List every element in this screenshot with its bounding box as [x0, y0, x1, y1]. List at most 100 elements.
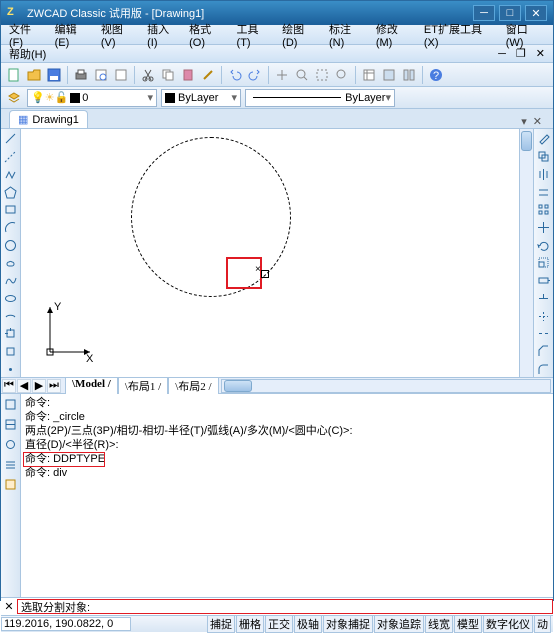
ellipse-arc-tool[interactable] [3, 308, 19, 324]
drawing-canvas[interactable]: × Y X [21, 129, 533, 377]
menu-item[interactable]: 插入(I) [143, 20, 183, 50]
break-tool[interactable] [536, 326, 552, 342]
status-toggle[interactable]: 模型 [454, 615, 482, 633]
status-toggle[interactable]: 线宽 [425, 615, 453, 633]
insert-block-tool[interactable] [3, 326, 19, 342]
publish-button[interactable] [112, 66, 130, 84]
pan-button[interactable] [273, 66, 291, 84]
layout-tab[interactable]: \布局1 / [118, 377, 168, 394]
tab-dropdown-button[interactable]: ▾ [518, 115, 530, 128]
cut-button[interactable] [139, 66, 157, 84]
design-center-button[interactable] [380, 66, 398, 84]
panel-tool-4[interactable] [3, 456, 19, 472]
trim-tool[interactable] [536, 290, 552, 306]
menu-item[interactable]: 修改(M) [372, 20, 418, 50]
panel-tool-1[interactable] [3, 396, 19, 412]
copy-tool[interactable] [536, 149, 552, 165]
document-tab[interactable]: ▦ Drawing1 [9, 110, 88, 128]
next-tab-button[interactable]: ▶ [32, 379, 46, 393]
layout-tab[interactable]: \布局2 / [168, 377, 218, 394]
panel-tool-5[interactable] [3, 476, 19, 492]
layer-combo[interactable]: 💡 ☀ 🔓 0 ▾ [27, 89, 157, 107]
tab-close-button[interactable]: ✕ [530, 115, 545, 128]
rotate-tool[interactable] [536, 237, 552, 253]
menu-item[interactable]: 视图(V) [97, 20, 141, 50]
redo-button[interactable] [246, 66, 264, 84]
array-tool[interactable] [536, 202, 552, 218]
circle-tool[interactable] [3, 237, 19, 253]
status-toggle[interactable]: 捕捉 [207, 615, 235, 633]
panel-tool-2[interactable] [3, 416, 19, 432]
make-block-tool[interactable] [3, 344, 19, 360]
linetype-combo[interactable]: ByLayer ▾ [245, 89, 395, 107]
extend-tool[interactable] [536, 308, 552, 324]
scrollbar-thumb[interactable] [521, 131, 532, 151]
print-preview-button[interactable] [92, 66, 110, 84]
status-toggle[interactable]: 动 [534, 615, 551, 633]
status-toggle[interactable]: 对象捕捉 [323, 615, 373, 633]
paste-button[interactable] [179, 66, 197, 84]
menu-item[interactable]: ET扩展工具(X) [420, 20, 500, 50]
open-file-button[interactable] [25, 66, 43, 84]
menu-item[interactable]: 格式(O) [185, 20, 230, 50]
ellipse-tool[interactable] [3, 290, 19, 306]
menu-item[interactable]: 窗口(W) [502, 20, 549, 50]
status-toggle[interactable]: 栅格 [236, 615, 264, 633]
last-tab-button[interactable]: ⏭ [47, 379, 61, 393]
undo-button[interactable] [226, 66, 244, 84]
line-tool[interactable] [3, 131, 19, 147]
move-tool[interactable] [536, 220, 552, 236]
model-tab[interactable]: \Model / [65, 377, 118, 394]
offset-tool[interactable] [536, 184, 552, 200]
mdi-restore-button[interactable]: ❐ [512, 46, 530, 61]
command-history[interactable]: 命令:命令: _circle两点(2P)/三点(3P)/相切-相切-半径(T)/… [21, 394, 553, 597]
first-tab-button[interactable]: ⏮ [2, 379, 16, 393]
coordinate-display[interactable]: 119.2016, 190.0822, 0 [1, 617, 131, 631]
scale-tool[interactable] [536, 255, 552, 271]
arc-tool[interactable] [3, 220, 19, 236]
layer-manager-button[interactable] [5, 89, 23, 107]
print-button[interactable] [72, 66, 90, 84]
status-toggle[interactable]: 对象追踪 [374, 615, 424, 633]
scrollbar-thumb[interactable] [224, 380, 252, 392]
new-file-button[interactable] [5, 66, 23, 84]
fillet-tool[interactable] [536, 361, 552, 377]
help-button[interactable]: ? [427, 66, 445, 84]
menu-item[interactable]: 工具(T) [233, 20, 277, 50]
horizontal-scrollbar[interactable] [221, 379, 551, 393]
save-button[interactable] [45, 66, 63, 84]
menu-item[interactable]: 帮助(H) [5, 45, 50, 63]
mdi-close-button[interactable]: ✕ [532, 46, 549, 61]
spline-tool[interactable] [3, 273, 19, 289]
prev-tab-button[interactable]: ◀ [17, 379, 31, 393]
vertical-scrollbar[interactable] [519, 129, 533, 377]
revision-cloud-tool[interactable] [3, 255, 19, 271]
menu-item[interactable]: 编辑(E) [51, 20, 95, 50]
command-close-button[interactable]: ✕ [1, 600, 17, 613]
tool-palette-button[interactable] [400, 66, 418, 84]
color-combo[interactable]: ByLayer ▾ [161, 89, 241, 107]
mirror-tool[interactable] [536, 166, 552, 182]
match-properties-button[interactable] [199, 66, 217, 84]
polyline-tool[interactable] [3, 166, 19, 182]
zoom-realtime-button[interactable] [293, 66, 311, 84]
zoom-previous-button[interactable] [333, 66, 351, 84]
construction-line-tool[interactable] [3, 149, 19, 165]
copy-button[interactable] [159, 66, 177, 84]
rectangle-tool[interactable] [3, 202, 19, 218]
zoom-window-button[interactable] [313, 66, 331, 84]
menu-item[interactable]: 绘图(D) [278, 20, 323, 50]
mdi-minimize-button[interactable]: ─ [494, 47, 510, 61]
panel-tool-3[interactable] [3, 436, 19, 452]
point-tool[interactable] [3, 361, 19, 377]
command-input[interactable]: 选取分割对象: [17, 599, 553, 614]
status-toggle[interactable]: 数字化仪 [483, 615, 533, 633]
properties-button[interactable] [360, 66, 378, 84]
status-toggle[interactable]: 正交 [265, 615, 293, 633]
polygon-tool[interactable] [3, 184, 19, 200]
stretch-tool[interactable] [536, 273, 552, 289]
chamfer-tool[interactable] [536, 344, 552, 360]
menu-item[interactable]: 标注(N) [325, 20, 370, 50]
erase-tool[interactable] [536, 131, 552, 147]
status-toggle[interactable]: 极轴 [294, 615, 322, 633]
